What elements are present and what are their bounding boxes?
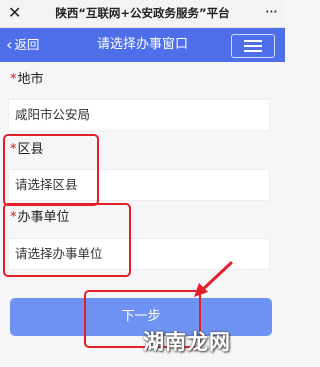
app-title-bar: ✕ 陕西“互联网+公安政务服务”平台 ··· (0, 0, 285, 28)
arrow-icon (194, 261, 233, 297)
menu-button[interactable] (231, 34, 275, 58)
county-select[interactable]: 请选择区县 (8, 169, 270, 201)
required-mark: * (10, 210, 17, 225)
county-placeholder: 请选择区县 (15, 177, 78, 192)
city-label-text: 地市 (17, 72, 44, 87)
next-button[interactable]: 下一步 (10, 298, 272, 336)
required-mark: * (10, 142, 17, 157)
city-select[interactable]: 咸阳市公安局 (8, 99, 270, 131)
unit-placeholder: 请选择办事单位 (15, 246, 103, 261)
unit-label: *办事单位 (10, 209, 70, 227)
county-label: *区县 (10, 141, 44, 159)
city-value: 咸阳市公安局 (15, 107, 91, 122)
city-label: *地市 (10, 71, 44, 89)
watermark: 湖南龙网 (143, 330, 231, 354)
next-button-label: 下一步 (121, 309, 161, 324)
unit-label-text: 办事单位 (17, 210, 70, 225)
page-header: ‹ 返回 请选择办事窗口 (0, 28, 285, 62)
more-options-icon[interactable]: ··· (265, 0, 278, 24)
required-mark: * (10, 72, 17, 87)
county-label-text: 区县 (17, 142, 44, 157)
app-title: 陕西“互联网+公安政务服务”平台 (55, 6, 230, 20)
